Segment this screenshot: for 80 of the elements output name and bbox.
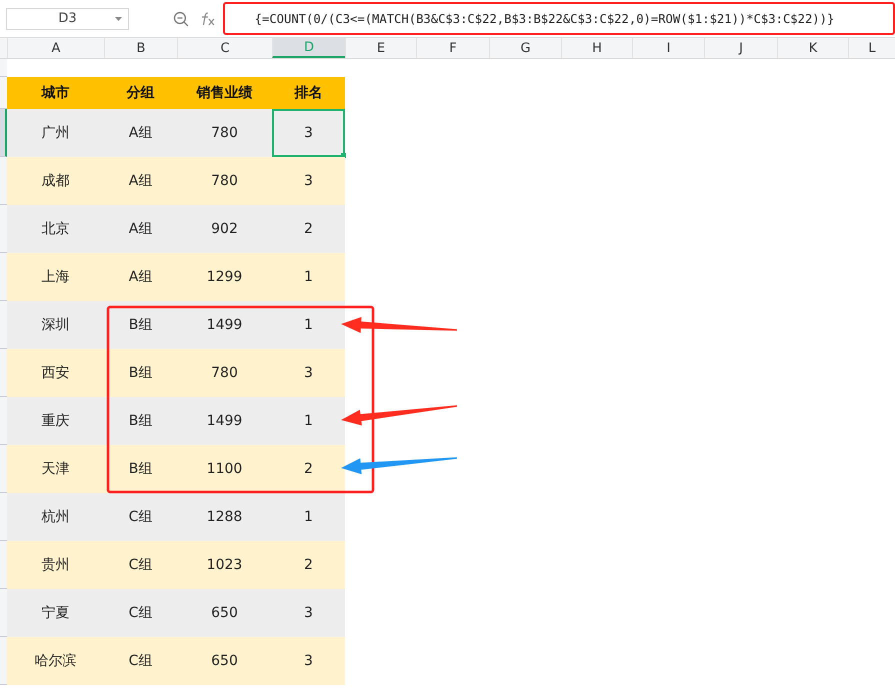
name-box[interactable]: D3 [6,8,129,30]
column-header[interactable]: H [561,38,632,58]
table-cell[interactable]: 宁夏 [7,589,104,637]
table-cell[interactable]: 650 [177,637,272,685]
row-header[interactable] [0,589,7,637]
table-cell[interactable]: 重庆 [7,397,104,445]
table-cell[interactable]: 3 [272,157,345,205]
table-cell[interactable]: C组 [104,637,177,685]
row-header[interactable] [0,157,7,205]
row-header[interactable] [0,541,7,589]
table-cell[interactable]: 1023 [177,541,272,589]
column-header[interactable]: I [632,38,704,58]
table-cell[interactable]: 哈尔滨 [7,637,104,685]
table-cell[interactable]: 北京 [7,205,104,253]
table-cell[interactable]: 902 [177,205,272,253]
table-cell[interactable]: 1499 [177,397,272,445]
table-cell[interactable]: A组 [104,109,177,157]
column-header[interactable]: F [416,38,489,58]
formula-field[interactable]: {=COUNT(0/(C3<=(MATCH(B3&C$3:C$22,B$3:B$22&C$3:C$22,0)=ROW($1:$21))*C$3:C$22))} [222,2,895,35]
table-cell[interactable]: 上海 [7,253,104,301]
table-cell[interactable]: 2 [272,205,345,253]
row-header[interactable] [0,637,7,685]
row-header[interactable] [0,59,7,77]
table-cell[interactable]: 1100 [177,445,272,493]
row-header[interactable] [0,109,7,157]
table-cell[interactable]: 成都 [7,157,104,205]
table-cell[interactable]: C组 [104,589,177,637]
row-header[interactable] [0,397,7,445]
table-cell[interactable]: 780 [177,157,272,205]
table-cell[interactable]: 1 [272,493,345,541]
column-header[interactable]: E [345,38,416,58]
table-cell[interactable]: 1 [272,397,345,445]
zoom-icon[interactable] [172,10,189,26]
table-cell[interactable]: 1299 [177,253,272,301]
table-cell[interactable]: 2 [272,445,345,493]
table-cell[interactable]: 1 [272,253,345,301]
table-cell[interactable]: B组 [104,349,177,397]
row-header[interactable] [0,493,7,541]
table-cell[interactable]: 1 [272,301,345,349]
table-cell[interactable]: 广州 [7,109,104,157]
table-cell[interactable]: A组 [104,205,177,253]
table-cell[interactable]: 1288 [177,493,272,541]
table-cell[interactable]: A组 [104,253,177,301]
table-cell[interactable]: 3 [272,349,345,397]
table-cell[interactable]: B组 [104,445,177,493]
table-cell[interactable]: 3 [272,109,345,157]
table-header-cell: 分组 [104,77,177,109]
row-header[interactable] [0,253,7,301]
row-header[interactable] [0,77,7,109]
table-cell[interactable]: C组 [104,493,177,541]
table-cell[interactable]: 3 [272,637,345,685]
table-cell[interactable]: B组 [104,397,177,445]
table-cell[interactable]: 3 [272,589,345,637]
table-cell[interactable]: 650 [177,589,272,637]
table-header-cell: 排名 [272,77,345,109]
table-cell[interactable]: 贵州 [7,541,104,589]
row-header[interactable] [0,205,7,253]
table-cell[interactable]: A组 [104,157,177,205]
table-cell[interactable]: 780 [177,109,272,157]
table-cell[interactable]: B组 [104,301,177,349]
caret-icon [114,16,122,20]
table-cell[interactable]: 西安 [7,349,104,397]
table-header-cell: 销售业绩 [177,77,272,109]
column-header[interactable]: A [7,38,104,58]
table-cell[interactable]: 杭州 [7,493,104,541]
column-header[interactable]: L [848,38,895,58]
row-header[interactable] [0,349,7,397]
column-header[interactable]: B [104,38,177,58]
table-cell[interactable]: 天津 [7,445,104,493]
table-cell[interactable]: 深圳 [7,301,104,349]
table-cell[interactable]: 1499 [177,301,272,349]
row-header[interactable] [0,301,7,349]
table-cell[interactable]: 2 [272,541,345,589]
column-header[interactable]: J [704,38,777,58]
table-header-cell: 城市 [7,77,104,109]
column-header[interactable]: K [777,38,848,58]
column-header[interactable]: G [489,38,561,58]
row-header[interactable] [0,445,7,493]
table-cell[interactable]: 780 [177,349,272,397]
table-cell[interactable]: C组 [104,541,177,589]
